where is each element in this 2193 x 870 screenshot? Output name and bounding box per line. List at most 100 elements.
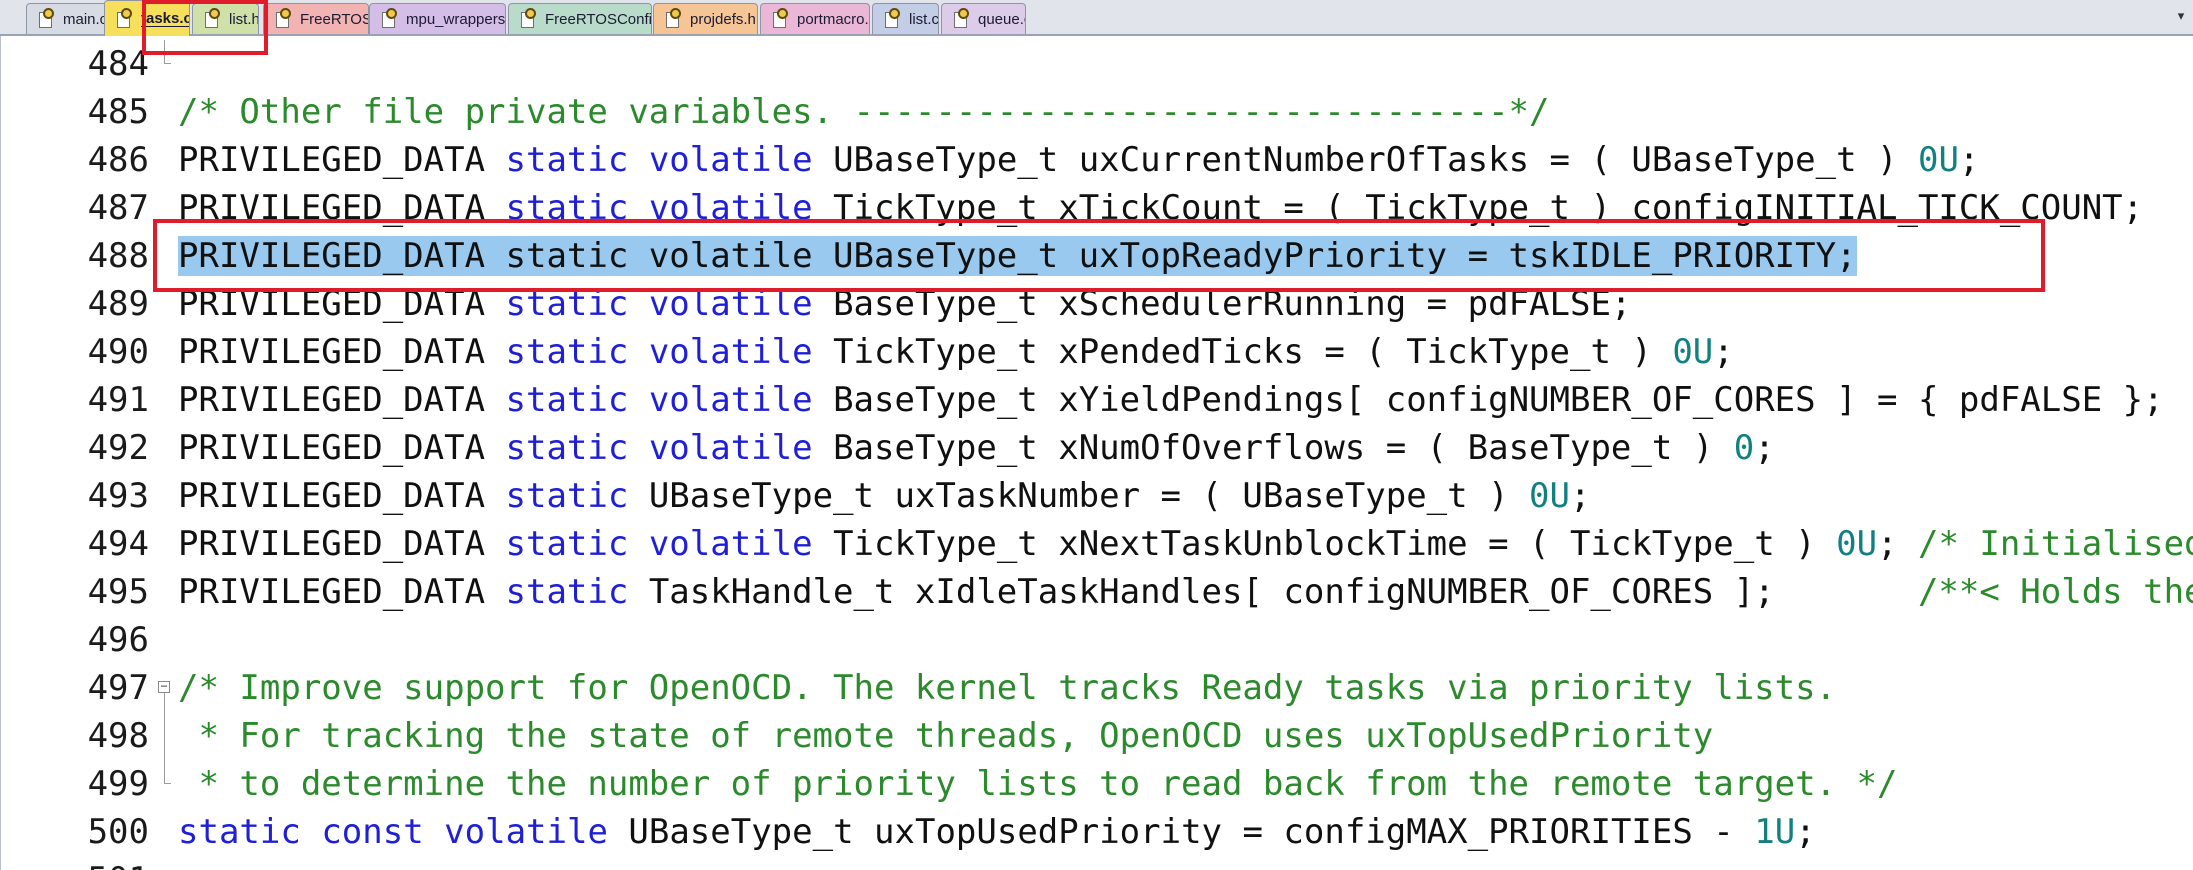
tab-freertos-h[interactable]: FreeRTOS.h xyxy=(263,3,369,34)
code-text: PRIVILEGED_DATA static volatile TickType… xyxy=(178,328,1734,376)
tab-mpu-wrappers-h[interactable]: mpu_wrappers.h xyxy=(369,3,506,34)
code-token: TickType_t xTickCount = ( TickType_t ) c… xyxy=(812,188,2144,228)
line-number: 488 xyxy=(87,236,149,276)
code-token: volatile xyxy=(444,812,608,852)
line-number: 491 xyxy=(87,380,149,420)
code-line[interactable]: 497−/* Improve support for OpenOCD. The … xyxy=(1,664,2193,712)
code-token: ; xyxy=(1569,476,1591,516)
code-text: static const volatile UBaseType_t uxTopU… xyxy=(178,808,1816,856)
line-number: 495 xyxy=(87,572,149,612)
code-text: PRIVILEGED_DATA static volatile BaseType… xyxy=(178,424,1775,472)
tab-main-c[interactable]: main.c* xyxy=(26,3,107,34)
code-token: /**< Holds the handles of the idle tasks… xyxy=(1917,572,2193,612)
code-line[interactable]: 492 PRIVILEGED_DATA static volatile BaseT… xyxy=(1,424,2193,472)
code-token: static xyxy=(505,428,629,468)
code-line[interactable]: 500 static const volatile UBaseType_t uxT… xyxy=(1,808,2193,856)
line-number: 494 xyxy=(87,524,149,564)
code-line[interactable]: 484 xyxy=(1,40,2193,88)
code-line[interactable]: 495 PRIVILEGED_DATA static TaskHandle_t x… xyxy=(1,568,2193,616)
code-text: PRIVILEGED_DATA static volatile TickType… xyxy=(178,520,2193,568)
tab-list-h[interactable]: list.h xyxy=(192,3,259,34)
source-file-icon xyxy=(382,8,398,29)
code-line[interactable]: 501 xyxy=(1,856,2193,870)
fold-end-marker xyxy=(158,40,172,88)
code-token: 0U xyxy=(1672,332,1714,372)
code-token: * to determine the number of priority li… xyxy=(178,764,1898,804)
code-token: static xyxy=(505,140,629,180)
code-line[interactable]: 491 PRIVILEGED_DATA static volatile BaseT… xyxy=(1,376,2193,424)
tab-label: queue.c xyxy=(978,10,1025,28)
code-token: volatile xyxy=(648,524,813,564)
line-number: 486 xyxy=(87,140,149,180)
line-number: 499 xyxy=(87,764,149,804)
chevron-down-icon[interactable]: ▾ xyxy=(2173,9,2189,25)
tab-label: mpu_wrappers.h xyxy=(406,10,506,28)
source-file-icon xyxy=(773,8,789,29)
code-text: PRIVILEGED_DATA static volatile UBaseTyp… xyxy=(178,136,1979,184)
source-file-icon xyxy=(954,8,970,29)
fold-end-marker xyxy=(158,760,172,808)
code-line[interactable]: 489 PRIVILEGED_DATA static volatile BaseT… xyxy=(1,280,2193,328)
tab-queue-c[interactable]: queue.c xyxy=(941,3,1026,34)
code-line[interactable]: 487 PRIVILEGED_DATA static volatile TickT… xyxy=(1,184,2193,232)
code-text: PRIVILEGED_DATA static volatile BaseType… xyxy=(178,280,1631,328)
code-token: volatile xyxy=(648,380,813,420)
tab-tasks-c[interactable]: tasks.c xyxy=(104,0,190,36)
code-token: UBaseType_t uxTaskNumber = ( UBaseType_t… xyxy=(628,476,1530,516)
code-token: /* Other file private variables. -------… xyxy=(178,92,1550,132)
line-number: 490 xyxy=(87,332,149,372)
code-line[interactable]: 496 xyxy=(1,616,2193,664)
source-file-icon xyxy=(276,8,292,29)
code-token: PRIVILEGED_DATA xyxy=(178,428,506,468)
code-token: volatile xyxy=(648,332,813,372)
source-file-icon xyxy=(666,8,682,29)
code-editor[interactable]: 484 485 /* Other file private variables. -… xyxy=(0,36,2193,870)
tab-projdefs-h[interactable]: projdefs.h xyxy=(653,3,758,34)
tab-label: portmacro.h xyxy=(797,10,870,28)
tab-label: FreeRTOS.h xyxy=(300,10,368,28)
tab-label: main.c* xyxy=(63,10,106,28)
code-token: PRIVILEGED_DATA xyxy=(178,332,506,372)
code-token: BaseType_t xNumOfOverflows = ( BaseType_… xyxy=(812,428,1734,468)
code-line[interactable]: 490 PRIVILEGED_DATA static volatile TickT… xyxy=(1,328,2193,376)
code-token: PRIVILEGED_DATA xyxy=(178,524,506,564)
code-line[interactable]: 488 PRIVILEGED_DATA static volatile UBase… xyxy=(1,232,2193,280)
code-token: PRIVILEGED_DATA static volatile UBaseTyp… xyxy=(178,236,1857,276)
code-token: static xyxy=(505,284,629,324)
code-token: * For tracking the state of remote threa… xyxy=(178,716,1714,756)
code-line[interactable]: 494 PRIVILEGED_DATA static volatile TickT… xyxy=(1,520,2193,568)
code-token: volatile xyxy=(648,284,813,324)
line-number: 493 xyxy=(87,476,149,516)
code-token: PRIVILEGED_DATA xyxy=(178,572,506,612)
code-token: TickType_t xPendedTicks = ( TickType_t ) xyxy=(812,332,1673,372)
code-line[interactable]: 486 PRIVILEGED_DATA static volatile UBase… xyxy=(1,136,2193,184)
code-line[interactable]: 498 * For tracking the state of remote t… xyxy=(1,712,2193,760)
tab-freertosconfig-h[interactable]: FreeRTOSConfig.h xyxy=(508,3,652,34)
code-token: PRIVILEGED_DATA xyxy=(178,188,506,228)
code-token: static xyxy=(505,188,629,228)
tab-list-c[interactable]: list.c xyxy=(872,3,939,34)
fold-collapse-icon[interactable]: − xyxy=(158,664,172,712)
tab-label: list.c xyxy=(909,10,939,28)
line-number: 487 xyxy=(87,188,149,228)
code-line[interactable]: 499 * to determine the number of priorit… xyxy=(1,760,2193,808)
code-line[interactable]: 485 /* Other file private variables. ----… xyxy=(1,88,2193,136)
code-text: * For tracking the state of remote threa… xyxy=(178,712,1713,760)
tab-portmacro-h[interactable]: portmacro.h xyxy=(760,3,870,34)
source-file-icon xyxy=(205,8,221,29)
code-text: PRIVILEGED_DATA static volatile TickType… xyxy=(178,184,2143,232)
code-token: const xyxy=(321,812,424,852)
editor-tab-bar: main.c* tasks.c list.h FreeRTOS.h mpu_wrappe… xyxy=(0,0,2193,36)
code-token: 1U xyxy=(1754,812,1796,852)
tab-label: tasks.c xyxy=(141,10,190,27)
code-line[interactable]: 493 PRIVILEGED_DATA static UBaseType_t ux… xyxy=(1,472,2193,520)
code-token: 0U xyxy=(1917,140,1959,180)
code-token: 0 xyxy=(1733,428,1755,468)
source-file-icon xyxy=(885,8,901,29)
code-token: BaseType_t xYieldPendings[ configNUMBER_… xyxy=(812,380,2164,420)
